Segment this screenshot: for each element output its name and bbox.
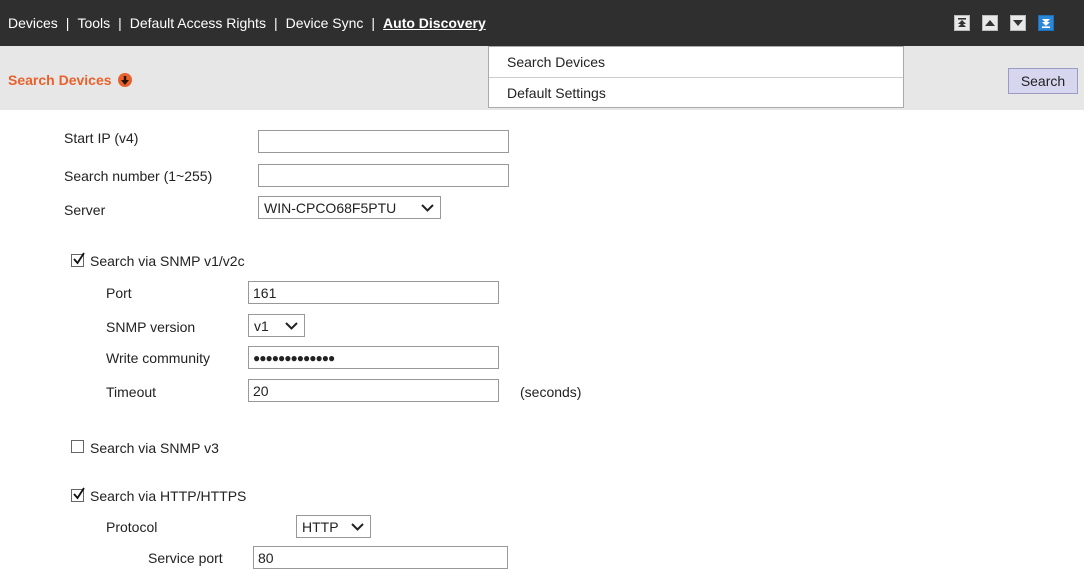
menu-item-devices[interactable]: Devices [8,15,58,31]
snmp-v1-label: Search via SNMP v1/v2c [90,253,245,269]
chevron-down-icon [351,523,364,531]
section-title[interactable]: Search Devices [8,72,132,88]
dropdown-item-default-settings[interactable]: Default Settings [489,77,903,108]
server-select-value: WIN-CPCO68F5PTU [264,199,397,216]
port-input[interactable] [248,281,499,304]
menu-separator: | [118,15,122,31]
server-label: Server [64,202,106,218]
timeout-input[interactable] [248,379,499,402]
menu-item-tools[interactable]: Tools [77,15,110,31]
menu-separator: | [273,15,278,31]
snmp-version-label: SNMP version [106,319,196,335]
search-button[interactable]: Search [1008,68,1078,94]
snmp-version-value: v1 [254,317,269,334]
auto-discovery-dropdown: Search Devices Default Settings [488,46,904,108]
nav-buttons [954,15,1054,31]
start-ip-label: Start IP (v4) [64,130,139,146]
protocol-select-value: HTTP [302,518,339,535]
write-community-input[interactable] [248,346,499,369]
checkmark-icon [73,252,85,265]
write-community-label: Write community [106,350,210,366]
menu-separator: | [371,15,376,31]
dropdown-item-search-devices[interactable]: Search Devices [489,47,903,77]
chevron-down-icon [285,322,298,330]
arrow-down-circle-icon[interactable] [117,73,132,87]
protocol-label: Protocol [106,519,158,535]
main-menu: Devices | Tools | Default Access Rights | Devi… [8,0,486,46]
snmp-version-select[interactable]: v1 [248,314,305,337]
menu-item-default-access-rights[interactable]: Default Access Rights [130,15,266,31]
timeout-label: Timeout [106,384,157,400]
move-down-icon[interactable] [1010,15,1026,31]
section-title-text: Search Devices [8,72,112,88]
protocol-select[interactable]: HTTP [296,515,371,538]
service-port-input[interactable] [253,546,508,569]
snmp-v3-label: Search via SNMP v3 [90,440,219,456]
move-up-icon[interactable] [982,15,998,31]
server-select[interactable]: WIN-CPCO68F5PTU [258,196,441,219]
chevron-down-icon [421,204,434,212]
http-label: Search via HTTP/HTTPS [90,488,247,504]
move-top-icon[interactable] [954,15,970,31]
menu-item-auto-discovery[interactable]: Auto Discovery [383,15,486,31]
service-port-label: Service port [148,550,223,566]
port-label: Port [106,285,132,301]
search-number-label: Search number (1~255) [64,168,213,184]
menu-separator: | [65,15,70,31]
start-ip-input[interactable] [258,130,509,153]
move-bottom-icon[interactable] [1038,15,1054,31]
search-number-input[interactable] [258,164,509,187]
snmp-v1-checkbox[interactable] [71,252,85,267]
http-checkbox[interactable] [71,487,85,502]
timeout-unit: (seconds) [520,384,582,400]
top-nav-bar: Devices | Tools | Default Access Rights | Devi… [0,0,1084,46]
checkmark-icon [73,487,85,500]
snmp-v3-checkbox[interactable] [71,440,84,453]
menu-item-device-sync[interactable]: Device Sync [286,15,364,31]
